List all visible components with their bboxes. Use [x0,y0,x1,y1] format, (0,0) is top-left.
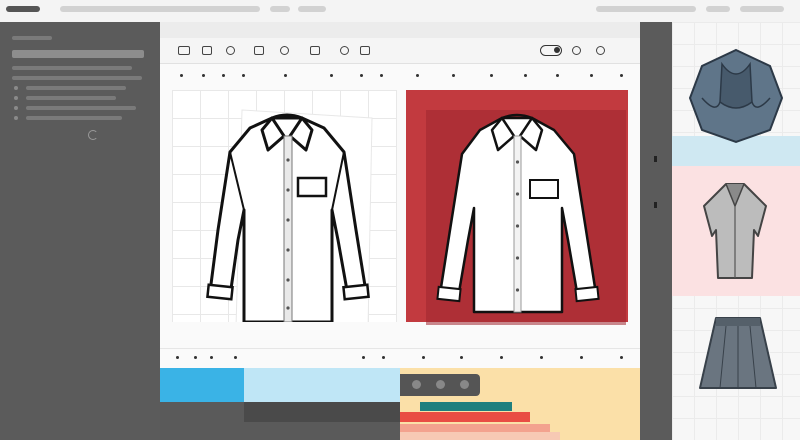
ruler-tick [416,74,419,77]
color-bar[interactable] [400,424,550,432]
ruler-tick [580,356,583,359]
toolbar-pill [270,6,290,12]
skirt-icon[interactable] [698,314,778,394]
ruler-tick [380,74,383,77]
sidebar-row[interactable] [26,96,116,100]
sidebar-row[interactable] [26,86,126,90]
track-bar[interactable] [160,368,244,402]
gear-icon[interactable] [226,46,235,55]
swatch-icon[interactable] [460,380,469,389]
ruler-tick [460,356,463,359]
hood-icon[interactable] [686,44,786,144]
color-bar[interactable] [400,412,530,422]
ruler-tick [234,356,237,359]
sidebar-bullet [14,116,18,120]
tab-indicator[interactable] [6,6,40,12]
ruler-tick [524,74,527,77]
sidebar-bullet [14,86,18,90]
ruler-tick [620,356,623,359]
ruler-tick [242,74,245,77]
settings-icon[interactable] [596,46,605,55]
image-icon[interactable] [254,46,264,55]
ruler-tick [382,356,385,359]
canvas-right[interactable] [406,90,628,325]
address-bar[interactable] [60,6,260,12]
bottom-ruler [160,348,640,368]
view-toggle[interactable] [540,45,562,56]
top-ruler [160,64,640,86]
toolbar-pill [596,6,696,12]
sidebar-bullet [14,96,18,100]
browser-top-bar [0,0,800,22]
toolbar-pill [706,6,730,12]
toolbar-pill [298,6,326,12]
ruler-tick [360,74,363,77]
ruler-tick [362,356,365,359]
color-bar[interactable] [420,402,512,411]
app-window [0,0,800,440]
swatch-icon[interactable] [412,380,421,389]
info-icon[interactable] [572,46,581,55]
window-edge [640,22,672,440]
ruler-tick [194,356,197,359]
track-block [244,402,400,422]
sidebar-row[interactable] [26,116,122,120]
properties-panel[interactable] [400,368,640,440]
ruler-tick [500,356,503,359]
ruler-tick [330,74,333,77]
timeline-panel[interactable] [160,368,400,440]
ruler-tick [284,74,287,77]
loading-icon [88,130,98,140]
settings-icon[interactable] [360,46,370,55]
save-icon[interactable] [202,46,212,55]
layers-icon[interactable] [310,46,320,55]
garment-gallery [672,22,800,440]
sidebar-row[interactable] [12,36,52,40]
ruler-tick [422,356,425,359]
ruler-tick [452,74,455,77]
ruler-tick [490,74,493,77]
ruler-tick [210,356,213,359]
eye-icon[interactable] [340,46,349,55]
ruler-tick [590,74,593,77]
sidebar-row[interactable] [12,66,132,70]
globe-icon[interactable] [280,46,289,55]
folder-icon[interactable] [178,46,190,55]
left-sidebar [0,22,160,440]
ruler-tick [556,74,559,77]
ruler-tick [202,74,205,77]
ruler-tick [180,74,183,77]
color-bar[interactable] [400,432,560,440]
ruler-tick [540,356,543,359]
sidebar-row[interactable] [26,106,136,110]
ruler-tick [222,74,225,77]
shirt-outline-icon [206,109,373,322]
swatch-icon[interactable] [436,380,445,389]
sidebar-row[interactable] [12,76,142,80]
sidebar-header [12,50,144,58]
toolbar-pill [740,6,784,12]
resize-handle[interactable] [654,202,657,208]
ruler-tick [176,356,179,359]
editor-window [160,38,640,440]
shirt-filled-icon [436,113,600,314]
vest-icon[interactable] [700,178,770,288]
editor-toolbar [160,38,640,64]
track-bar[interactable] [244,368,400,402]
sidebar-bullet [14,106,18,110]
ruler-tick [620,74,623,77]
resize-handle[interactable] [654,156,657,162]
canvas-left[interactable] [172,90,397,322]
